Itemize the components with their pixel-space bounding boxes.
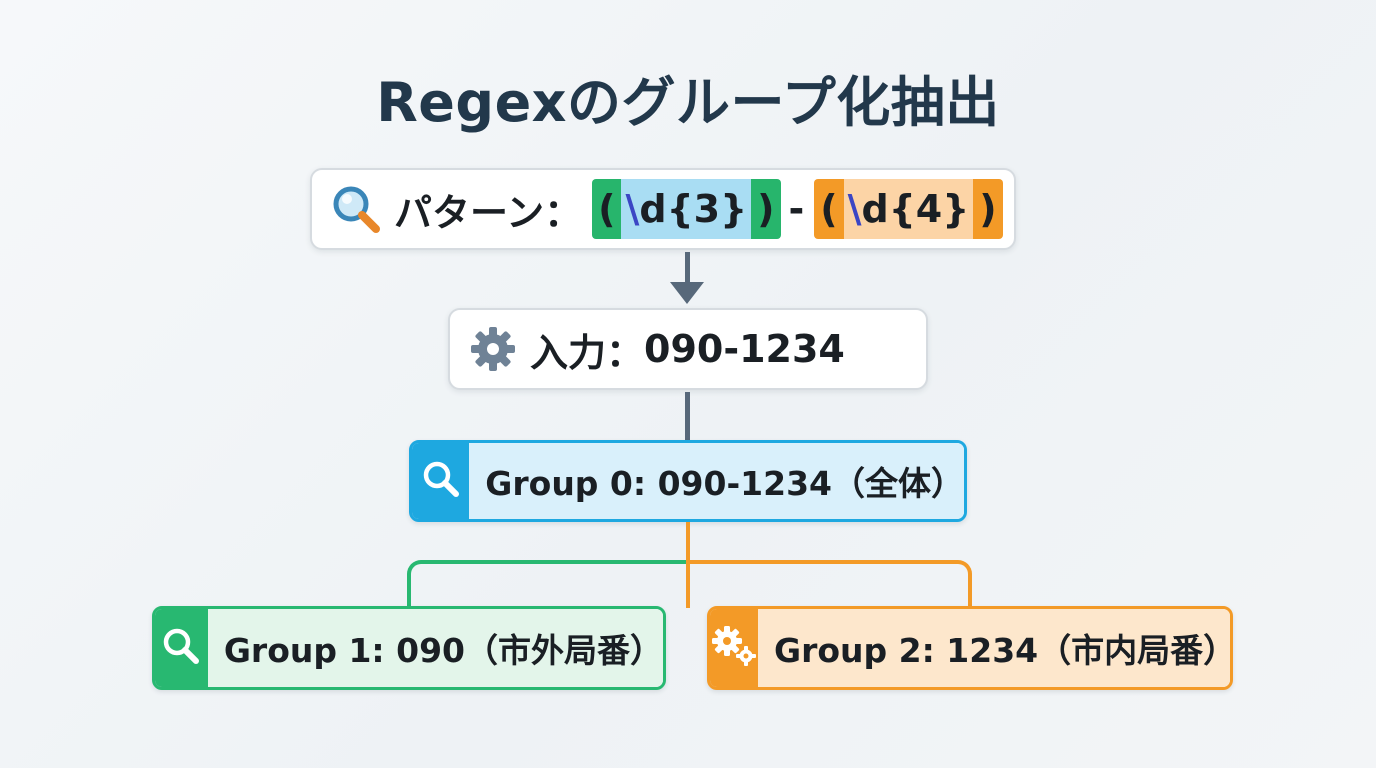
- pattern-group-2: ( \ d{4} ): [814, 179, 1003, 239]
- group-0-text: Group 0: 090-1234（全体）: [469, 443, 964, 519]
- pattern-separator: -: [788, 187, 805, 231]
- pattern-to-input-connector: [685, 252, 690, 282]
- pattern-group-1: ( \ d{3} ): [592, 179, 781, 239]
- group-1-token: d{3}: [639, 187, 748, 231]
- down-arrow-icon: [670, 282, 704, 304]
- group-1-close-paren: ): [751, 179, 781, 239]
- pattern-label: パターン：: [394, 190, 583, 235]
- group-1-escape: \: [625, 187, 640, 231]
- magnifier-icon: [330, 183, 382, 235]
- group-0-box: Group 0: 090-1234（全体）: [409, 440, 967, 522]
- group-1-open-paren: (: [592, 179, 622, 239]
- gears-icon: [710, 624, 758, 672]
- branch-left-elbow: [407, 560, 690, 608]
- page-title: Regexのグループ化抽出: [376, 71, 1000, 134]
- group-0-tab: [412, 443, 470, 519]
- pattern-box: パターン： ( \ d{3} ) - ( \ d{4} ): [310, 168, 1016, 250]
- group-1-body: \ d{3}: [621, 179, 752, 239]
- search-icon: [421, 459, 461, 503]
- group-1-tab: [155, 609, 208, 687]
- input-value: 090-1234: [644, 327, 845, 371]
- group-2-body: \ d{4}: [843, 179, 974, 239]
- group-2-tab: [710, 609, 758, 687]
- group-2-escape: \: [847, 187, 862, 231]
- group-2-close-paren: ): [973, 179, 1003, 239]
- group-2-box: Group 2: 1234（市内局番）: [707, 606, 1233, 690]
- group-2-open-paren: (: [814, 179, 844, 239]
- input-label: 入力：: [530, 330, 645, 375]
- group-1-box: Group 1: 090（市外局番）: [152, 606, 666, 690]
- gear-icon: [468, 324, 518, 374]
- group-2-token: d{4}: [861, 187, 970, 231]
- input-to-group0-connector: [685, 392, 690, 440]
- group-2-text: Group 2: 1234（市内局番）: [758, 609, 1230, 687]
- group-1-text: Group 1: 090（市外局番）: [207, 609, 663, 687]
- input-box: 入力： 090-1234: [448, 308, 928, 390]
- branch-right-connector: [686, 560, 972, 608]
- search-icon: [161, 626, 201, 670]
